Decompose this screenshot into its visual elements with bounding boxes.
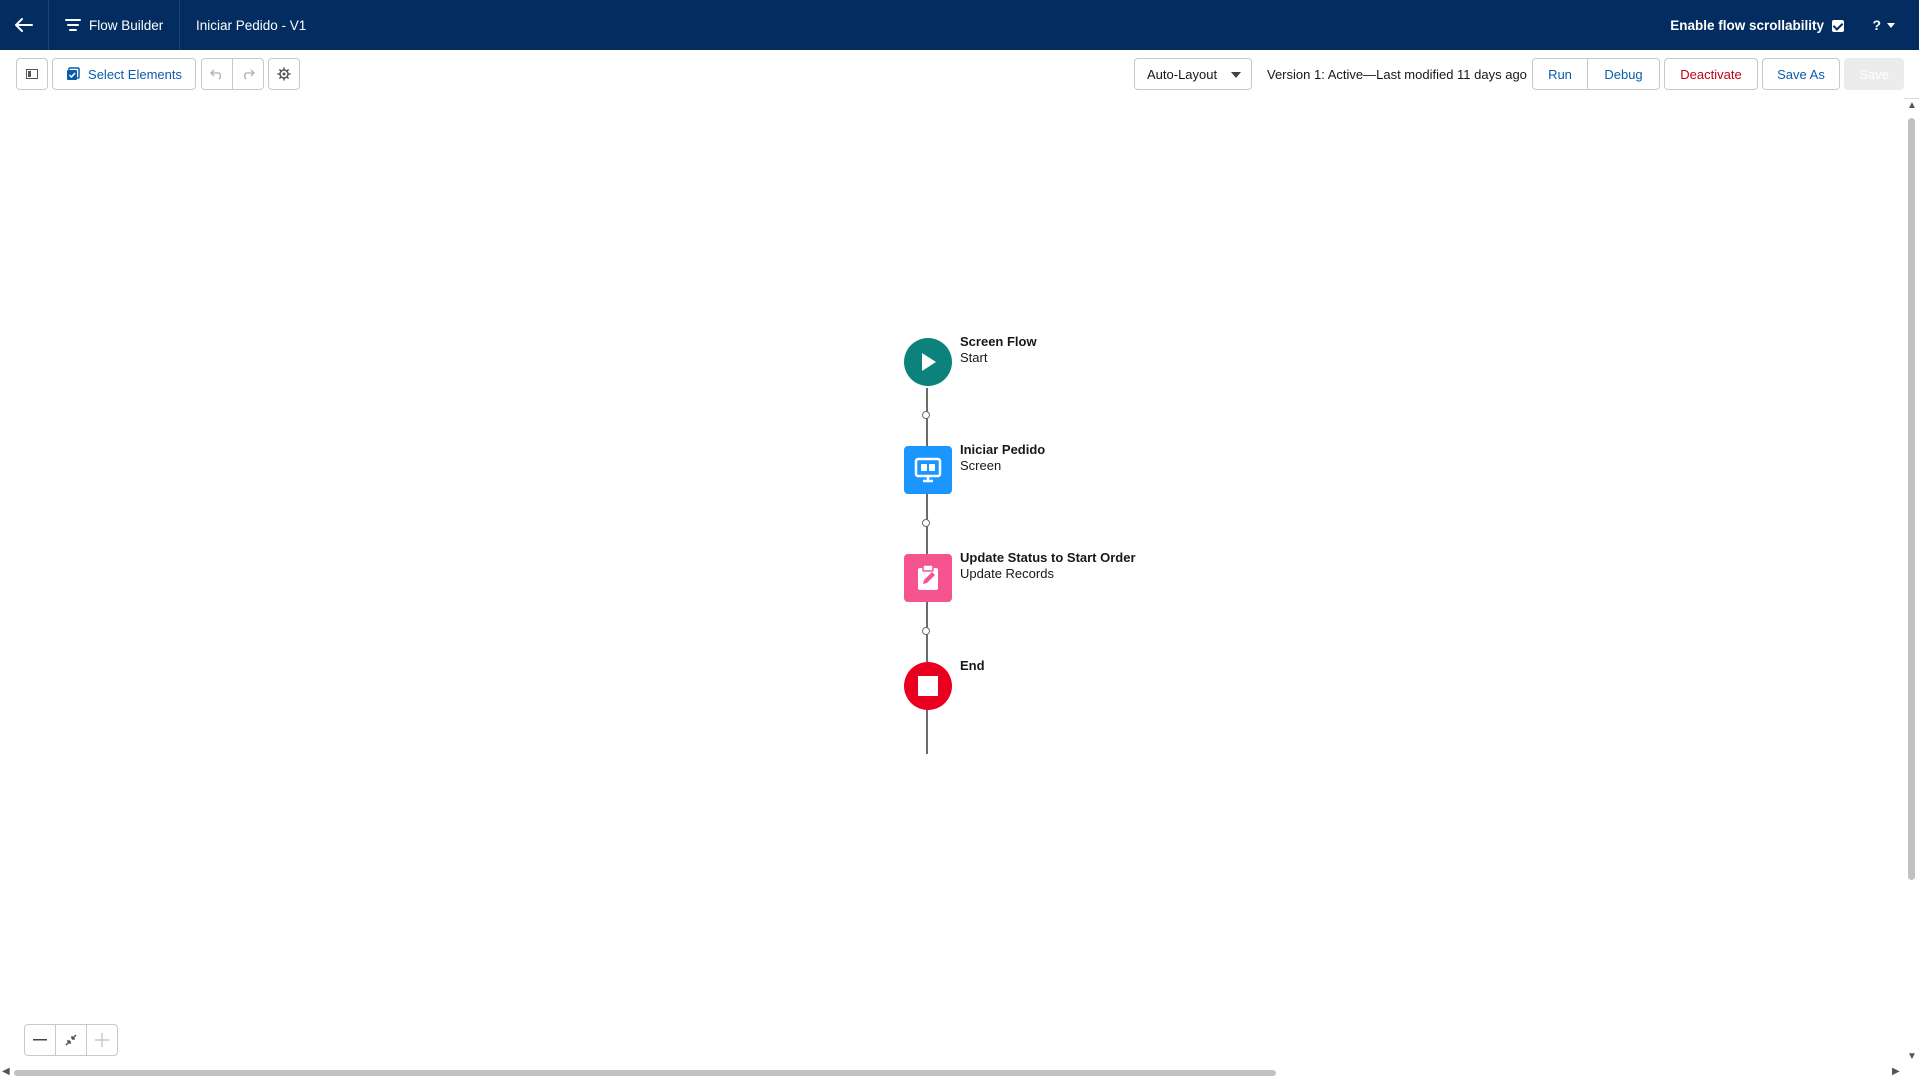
plus-icon bbox=[95, 1033, 109, 1047]
start-node[interactable] bbox=[904, 338, 952, 386]
node-subtitle: Start bbox=[960, 350, 988, 365]
node-title: Screen Flow bbox=[960, 334, 1037, 349]
save-as-label: Save As bbox=[1777, 66, 1825, 82]
chevron-down-icon bbox=[1887, 22, 1895, 28]
add-element-connector[interactable] bbox=[922, 627, 930, 635]
save-button[interactable]: Save bbox=[1844, 58, 1904, 90]
run-button[interactable]: Run bbox=[1532, 58, 1588, 90]
help-icon: ? bbox=[1872, 17, 1881, 33]
app-name: Flow Builder bbox=[89, 17, 164, 33]
redo-button[interactable] bbox=[232, 58, 264, 90]
global-header: Flow Builder Iniciar Pedido - V1 Enable … bbox=[0, 0, 1919, 50]
layout-mode-value: Auto-Layout bbox=[1147, 66, 1218, 82]
chevron-down-icon bbox=[1231, 72, 1241, 78]
scrollability-checkbox[interactable] bbox=[1832, 20, 1844, 32]
save-label: Save bbox=[1859, 66, 1889, 82]
horizontal-scroll-thumb[interactable] bbox=[14, 1070, 1276, 1076]
select-elements-button[interactable]: Select Elements bbox=[52, 58, 196, 90]
start-node-label: Screen Flow Start bbox=[960, 334, 1037, 366]
deactivate-label: Deactivate bbox=[1680, 66, 1742, 82]
vertical-scroll-thumb[interactable] bbox=[1908, 118, 1915, 880]
update-records-node-label: Update Status to Start Order Update Reco… bbox=[960, 550, 1136, 582]
vertical-scrollbar[interactable]: ▲ ▼ bbox=[1904, 98, 1919, 1066]
end-node-label: End bbox=[960, 658, 985, 674]
scroll-up-icon[interactable]: ▲ bbox=[1907, 100, 1917, 111]
fit-to-view-button[interactable] bbox=[55, 1024, 87, 1056]
undo-icon bbox=[210, 69, 221, 80]
run-label: Run bbox=[1548, 66, 1572, 82]
screen-node-label: Iniciar Pedido Screen bbox=[960, 442, 1045, 474]
deactivate-button[interactable]: Deactivate bbox=[1664, 58, 1758, 90]
update-records-node[interactable] bbox=[904, 554, 952, 602]
flow-properties-button[interactable] bbox=[268, 58, 300, 90]
back-arrow-icon bbox=[15, 18, 33, 32]
debug-label: Debug bbox=[1604, 66, 1643, 82]
debug-button[interactable]: Debug bbox=[1587, 58, 1660, 90]
stop-icon bbox=[918, 676, 938, 696]
scroll-left-icon[interactable]: ◀ bbox=[2, 1066, 10, 1077]
zoom-controls bbox=[24, 1024, 118, 1056]
flow-scrollability-toggle[interactable]: Enable flow scrollability bbox=[1670, 0, 1844, 50]
contract-icon bbox=[65, 1034, 77, 1046]
node-subtitle: Update Records bbox=[960, 566, 1054, 581]
scrollability-label: Enable flow scrollability bbox=[1670, 17, 1824, 33]
zoom-in-button[interactable] bbox=[86, 1024, 118, 1056]
layout-mode-select[interactable]: Auto-Layout bbox=[1134, 58, 1252, 90]
flow-title: Iniciar Pedido - V1 bbox=[196, 17, 307, 33]
add-element-connector[interactable] bbox=[922, 411, 930, 419]
zoom-out-button[interactable] bbox=[24, 1024, 56, 1056]
gear-icon bbox=[277, 67, 291, 81]
version-status-text: Version 1: Active—Last modified 11 days … bbox=[1267, 66, 1527, 82]
app-name-area: Flow Builder bbox=[49, 0, 180, 50]
select-elements-label: Select Elements bbox=[88, 66, 182, 82]
redo-icon bbox=[244, 69, 255, 80]
save-as-button[interactable]: Save As bbox=[1762, 58, 1840, 90]
update-records-icon bbox=[918, 564, 938, 590]
minus-icon bbox=[33, 1039, 47, 1041]
help-menu-button[interactable]: ? bbox=[1872, 0, 1895, 50]
undo-button[interactable] bbox=[201, 58, 233, 90]
panel-icon bbox=[26, 69, 38, 79]
node-title: Iniciar Pedido bbox=[960, 442, 1046, 457]
flow-toolbar: Select Elements Auto-Layout Version 1: A… bbox=[0, 50, 1919, 99]
flow-canvas[interactable]: Screen Flow Start Iniciar Pedido Screen … bbox=[0, 98, 1904, 1066]
scroll-down-icon[interactable]: ▼ bbox=[1907, 1051, 1917, 1062]
node-title: End bbox=[960, 658, 985, 673]
select-elements-icon bbox=[67, 67, 80, 80]
node-subtitle: Screen bbox=[960, 458, 1002, 473]
scroll-right-icon[interactable]: ▶ bbox=[1892, 1066, 1900, 1077]
toggle-toolbox-button[interactable] bbox=[16, 58, 48, 90]
screen-node[interactable] bbox=[904, 446, 952, 494]
screen-icon bbox=[914, 457, 942, 483]
flow-icon bbox=[65, 18, 81, 32]
play-icon bbox=[922, 353, 936, 371]
back-button[interactable] bbox=[0, 0, 49, 50]
horizontal-scrollbar[interactable]: ◀ ▶ bbox=[0, 1066, 1904, 1079]
node-title: Update Status to Start Order bbox=[960, 550, 1136, 565]
add-element-connector[interactable] bbox=[922, 519, 930, 527]
end-node[interactable] bbox=[904, 662, 952, 710]
